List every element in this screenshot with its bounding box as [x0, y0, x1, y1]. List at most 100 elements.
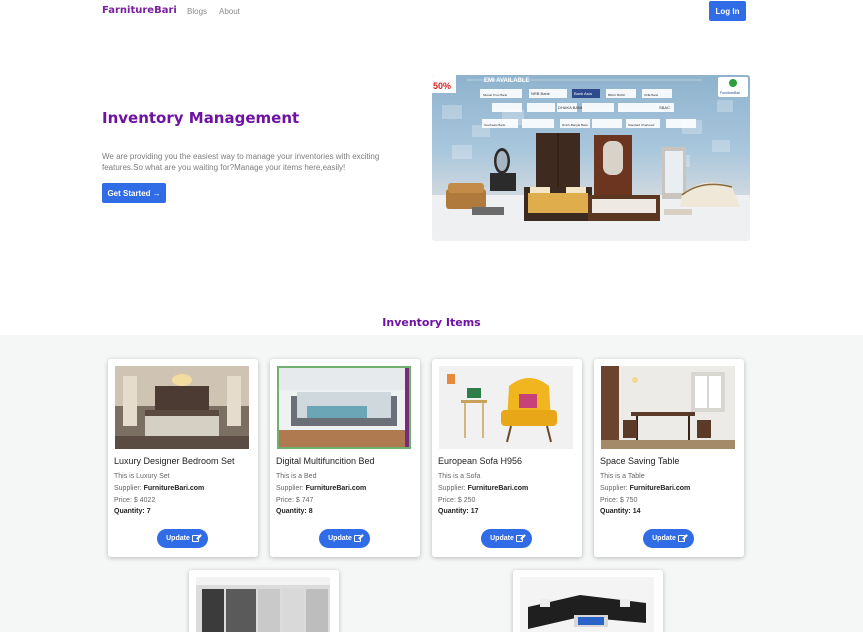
banner-emi-heading: EMI AVAILABLE [484, 78, 530, 84]
digital-bed-photo [277, 366, 411, 449]
quantity-prefix: Quantity: [114, 508, 145, 515]
item-image [196, 577, 330, 632]
price-prefix: Price: $ [114, 497, 138, 504]
quantity-prefix: Quantity: [600, 508, 631, 515]
inventory-card-partial [513, 570, 663, 632]
item-description: This is Luxury Set [114, 473, 170, 480]
furniture-showroom-illustration: 50% EMI AVAILABLE NRB Bank Bank Asia DHA… [432, 75, 750, 241]
brand-logo[interactable]: FarnitureBari [102, 5, 177, 16]
wardrobe-photo [196, 577, 330, 632]
item-price: Price: $ 4022 [114, 497, 155, 504]
item-quantity: Quantity: 17 [438, 508, 478, 515]
supplier-prefix: Supplier: [438, 485, 466, 492]
item-description: This is a Bed [276, 473, 317, 480]
get-started-label: Get Started [107, 188, 151, 198]
item-name: Space Saving Table [600, 456, 680, 466]
update-label: Update [490, 535, 514, 542]
quantity-prefix: Quantity: [276, 508, 307, 515]
item-price: Price: $ 250 [438, 497, 475, 504]
banner-bank-logo-10: Standard Chartered [628, 123, 655, 127]
banner-brand-logo: FurnitureBari [720, 91, 740, 95]
item-image [439, 366, 573, 449]
quantity-value: 7 [146, 508, 151, 515]
banner-bank-logo-2: Bank Asia [574, 91, 593, 96]
nav-link-about[interactable]: About [219, 7, 240, 16]
item-price: Price: $ 747 [276, 497, 313, 504]
price-value: 250 [463, 497, 476, 504]
quantity-prefix: Quantity: [438, 508, 469, 515]
price-prefix: Price: $ [438, 497, 462, 504]
banner-bank-logo-6: ONE Bank [644, 93, 659, 97]
item-price: Price: $ 750 [600, 497, 637, 504]
item-quantity: Quantity: 14 [600, 508, 640, 515]
hero-title: Inventory Management [102, 109, 300, 127]
login-button[interactable]: Log In [709, 1, 746, 21]
update-button[interactable]: Update [481, 529, 532, 548]
price-prefix: Price: $ [276, 497, 300, 504]
item-image [115, 366, 249, 449]
quantity-value: 8 [308, 508, 313, 515]
inventory-card-partial [189, 570, 339, 632]
nav-link-blogs[interactable]: Blogs [187, 7, 207, 16]
hero-description: We are providing you the easiest way to … [102, 152, 380, 172]
banner-bank-logo-7: SBAC [659, 105, 670, 110]
inventory-card: Space Saving Table This is a Table Suppl… [594, 359, 744, 557]
get-started-button[interactable]: Get Started → [102, 183, 166, 203]
supplier-value: FurnitureBari.com [467, 485, 529, 492]
bedroom-set-photo [115, 366, 249, 449]
item-quantity: Quantity: 7 [114, 508, 151, 515]
item-supplier: Supplier: FurnitureBari.com [276, 485, 366, 492]
item-quantity: Quantity: 8 [276, 508, 313, 515]
item-name: Digital Multifuncition Bed [276, 456, 375, 466]
banner-discount-badge: 50% [433, 81, 451, 91]
inventory-card: European Sofa H956 This is a Sofa Suppli… [432, 359, 582, 557]
item-supplier: Supplier: FurnitureBari.com [438, 485, 528, 492]
inventory-card: Digital Multifuncition Bed This is a Bed… [270, 359, 420, 557]
price-value: 750 [625, 497, 638, 504]
banner-bank-logo-8: Southeast Bank [484, 123, 506, 127]
supplier-value: FurnitureBari.com [143, 485, 205, 492]
item-supplier: Supplier: FurnitureBari.com [114, 485, 204, 492]
item-supplier: Supplier: FurnitureBari.com [600, 485, 690, 492]
sectional-sofa-photo [520, 577, 654, 632]
supplier-prefix: Supplier: [600, 485, 628, 492]
item-image [520, 577, 654, 632]
banner-bank-logo-3: DHAKA BANK [558, 105, 584, 110]
item-image [601, 366, 735, 449]
item-image [277, 366, 411, 449]
update-label: Update [328, 535, 352, 542]
price-value: 4022 [139, 497, 156, 504]
price-value: 747 [301, 497, 314, 504]
edit-icon [353, 535, 361, 542]
supplier-value: FurnitureBari.com [629, 485, 691, 492]
update-button[interactable]: Update [319, 529, 370, 548]
item-description: This is a Table [600, 473, 645, 480]
inventory-card: Luxury Designer Bedroom Set This is Luxu… [108, 359, 258, 557]
top-navbar: FarnitureBari Blogs About Log In [0, 0, 863, 22]
supplier-value: FurnitureBari.com [305, 485, 367, 492]
update-button[interactable]: Update [157, 529, 208, 548]
item-name: European Sofa H956 [438, 456, 523, 466]
banner-bank-logo-5: BRAC BANK [608, 93, 625, 97]
item-name: Luxury Designer Bedroom Set [114, 456, 235, 466]
edit-icon [191, 535, 199, 542]
supplier-prefix: Supplier: [276, 485, 304, 492]
hero-banner-image: 50% EMI AVAILABLE NRB Bank Bank Asia DHA… [432, 75, 750, 241]
banner-bank-logo-4: Mutual Trust Bank [483, 93, 508, 97]
inventory-section-title: Inventory Items [382, 316, 481, 329]
quantity-value: 14 [632, 508, 641, 515]
update-label: Update [652, 535, 676, 542]
price-prefix: Price: $ [600, 497, 624, 504]
space-saving-table-photo [601, 366, 735, 449]
edit-icon [677, 535, 685, 542]
european-sofa-photo [439, 366, 573, 449]
update-button[interactable]: Update [643, 529, 694, 548]
item-description: This is a Sofa [438, 473, 481, 480]
supplier-prefix: Supplier: [114, 485, 142, 492]
quantity-value: 17 [470, 508, 479, 515]
update-label: Update [166, 535, 190, 542]
arrow-right-icon: → [152, 188, 161, 198]
banner-bank-logo-9: Dutch-Bangla Bank [562, 123, 588, 127]
banner-bank-logo-1: NRB Bank [531, 91, 550, 96]
edit-icon [515, 535, 523, 542]
